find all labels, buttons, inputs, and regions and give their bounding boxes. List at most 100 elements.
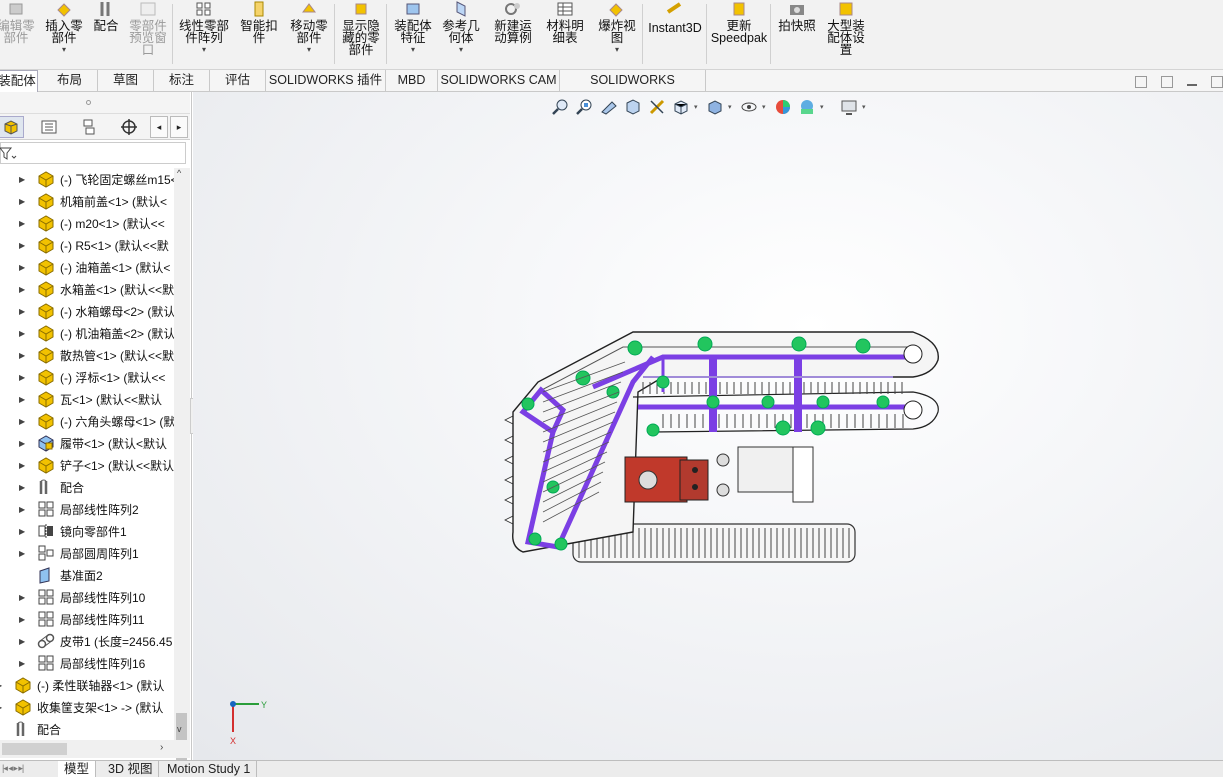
expand-arrow-icon[interactable]: ▶ [19,241,27,250]
tree-hscroll-thumb[interactable] [2,743,67,755]
expand-arrow-icon[interactable]: ▶ [19,351,27,360]
tab-3d-view[interactable]: 3D 视图 [102,761,160,777]
bill-of-materials-button[interactable]: 材料明 细表 [542,0,588,68]
view-orientation-icon[interactable] [670,97,692,117]
expand-arrow-icon[interactable]: ▶ [0,681,4,690]
filter-icon[interactable] [0,147,17,161]
tab-markup[interactable]: 标注 [154,70,210,92]
configuration-manager-tab[interactable] [76,116,102,138]
tree-row[interactable]: ▶ 镜向零部件1 [0,520,174,542]
filter-field[interactable] [0,142,186,164]
scroll-down-icon[interactable]: v [177,724,182,734]
tree-row[interactable]: 基准面2 [0,564,174,586]
tab-evaluate[interactable]: 评估 [210,70,266,92]
scroll-right-icon[interactable]: › [160,742,163,753]
panel-splitter[interactable] [0,92,190,114]
expand-arrow-icon[interactable]: ▶ [19,219,27,228]
tree-row[interactable]: ▶ 局部线性阵列2 [0,498,174,520]
linear-pattern-dropdown-icon[interactable]: ▾ [202,46,206,54]
tree-vertical-scrollbar[interactable]: ^ v [174,168,190,777]
expand-arrow-icon[interactable]: ▶ [19,637,27,646]
reference-geometry-dropdown-icon[interactable]: ▾ [459,46,463,54]
tab-motion-study[interactable]: Motion Study 1 [161,761,258,777]
tree-row[interactable]: ▶ (-) R5<1> (默认<<默 [0,234,174,256]
tree-row[interactable]: ▶ (-) m20<1> (默认<< [0,212,174,234]
section-view-icon[interactable] [622,97,644,117]
dimxpert-manager-tab[interactable] [116,116,142,138]
expand-arrow-icon[interactable]: ▶ [19,659,27,668]
tree-row[interactable]: ▶ (-) 油箱盖<1> (默认< [0,256,174,278]
assembly-features-button[interactable]: 装配体 特征 ▾ [390,0,436,68]
assembly-model[interactable] [504,331,939,563]
exploded-view-dropdown-icon[interactable]: ▾ [615,46,619,54]
take-snapshot-button[interactable]: 拍快照 [774,0,820,68]
expand-arrow-icon[interactable]: ▶ [19,615,27,624]
tree-row[interactable]: ▶ 收集筐支架<1> -> (默认 [0,696,174,718]
tree-row[interactable]: ▶ 瓦<1> (默认<<默认 [0,388,174,410]
view-settings-icon[interactable] [838,97,860,117]
update-speedpak-button[interactable]: 更新 Speedpak [710,0,768,68]
dynamic-annotation-icon[interactable] [646,97,668,117]
expand-arrow-icon[interactable]: ▶ [19,549,27,558]
tree-row[interactable]: ▶ 配合 [0,476,174,498]
reference-geometry-button[interactable]: 参考几 何体 ▾ [438,0,484,68]
tree-row[interactable]: ▶ 散热管<1> (默认<<默 [0,344,174,366]
expand-arrow-icon[interactable]: ▶ [19,285,27,294]
tab-solidworks-addins[interactable]: SOLIDWORKS 插件 [266,70,386,92]
smart-fasteners-button[interactable]: 智能扣 件 [236,0,282,68]
tab-navigation-icon[interactable]: |◂ ◂ ▸ ▸| [2,763,52,775]
view-settings-dropdown-icon[interactable]: ▾ [862,103,870,111]
tree-row[interactable]: ▶ (-) 机油箱盖<2> (默认 [0,322,174,344]
tab-sketch[interactable]: 草图 [98,70,154,92]
tile-left-icon[interactable] [1135,76,1147,88]
splitter-handle-icon[interactable] [86,100,91,105]
assembly-features-dropdown-icon[interactable]: ▾ [411,46,415,54]
tree-row[interactable]: ▶ 皮带1 (长度=2456.45 [0,630,174,652]
tree-row[interactable]: ▶ (-) 水箱螺母<2> (默认 [0,300,174,322]
tree-row[interactable]: ▶ (-) 浮标<1> (默认<< [0,366,174,388]
previous-view-icon[interactable] [598,97,620,117]
tree-row[interactable]: 配合 [0,718,174,736]
tree-row[interactable]: ▶ 局部线性阵列10 [0,586,174,608]
apply-scene-icon[interactable] [796,97,818,117]
tree-row[interactable]: ▶ (-) 飞轮固定螺丝m15< [0,168,174,190]
expand-arrow-icon[interactable]: ▶ [19,395,27,404]
tree-row[interactable]: ▶ (-) 柔性联轴器<1> (默认 [0,674,174,696]
tab-scroll-right-icon[interactable]: ▸ [170,116,188,138]
expand-arrow-icon[interactable]: ▶ [19,373,27,382]
tree-row[interactable]: ▶ 履带<1> (默认<默认 [0,432,174,454]
large-assembly-settings-button[interactable]: 大型装 配体设 置 [822,0,870,68]
view-orientation-dropdown-icon[interactable]: ▾ [694,103,702,111]
scroll-up-icon[interactable]: ^ [177,168,181,178]
insert-component-button[interactable]: 插入零 部件 ▾ [42,0,86,68]
expand-arrow-icon[interactable]: ▶ [19,527,27,536]
tab-mbd[interactable]: MBD [386,70,438,92]
tree-row[interactable]: ▶ 局部圆周阵列1 [0,542,174,564]
maximize-icon[interactable] [1211,76,1223,88]
component-preview-button[interactable]: 零部件 预览窗 口 [126,0,170,68]
tab-scroll-left-icon[interactable]: ◂ [150,116,168,138]
tree-horizontal-scrollbar[interactable]: › [0,740,190,758]
tile-right-icon[interactable] [1161,76,1173,88]
tab-solidworks-cam[interactable]: SOLIDWORKS CAM [438,70,560,92]
expand-arrow-icon[interactable]: ▶ [19,483,27,492]
tree-row[interactable]: ▶ 局部线性阵列16 [0,652,174,674]
tab-solidworks-inspection[interactable]: SOLIDWORKS Inspection [560,70,706,108]
expand-arrow-icon[interactable]: ▶ [19,439,27,448]
insert-component-dropdown-icon[interactable]: ▾ [62,46,66,54]
zoom-to-area-icon[interactable] [574,97,596,117]
tab-layout[interactable]: 布局 [42,70,98,92]
expand-arrow-icon[interactable]: ▶ [19,263,27,272]
move-component-dropdown-icon[interactable]: ▾ [307,46,311,54]
tree-row[interactable]: ▶ 局部线性阵列11 [0,608,174,630]
mate-button[interactable]: 配合 [88,0,124,68]
expand-arrow-icon[interactable]: ▶ [19,175,27,184]
instant3d-button[interactable]: Instant3D [646,0,704,68]
zoom-to-fit-icon[interactable] [550,97,572,117]
tree-row[interactable]: ▶ 铲子<1> (默认<<默认 [0,454,174,476]
tree-row[interactable]: ▶ 机箱前盖<1> (默认< [0,190,174,212]
move-component-button[interactable]: 移动零 部件 ▾ [286,0,332,68]
edit-appearance-icon[interactable] [772,97,794,117]
property-manager-tab[interactable] [36,116,62,138]
expand-arrow-icon[interactable]: ▶ [19,329,27,338]
